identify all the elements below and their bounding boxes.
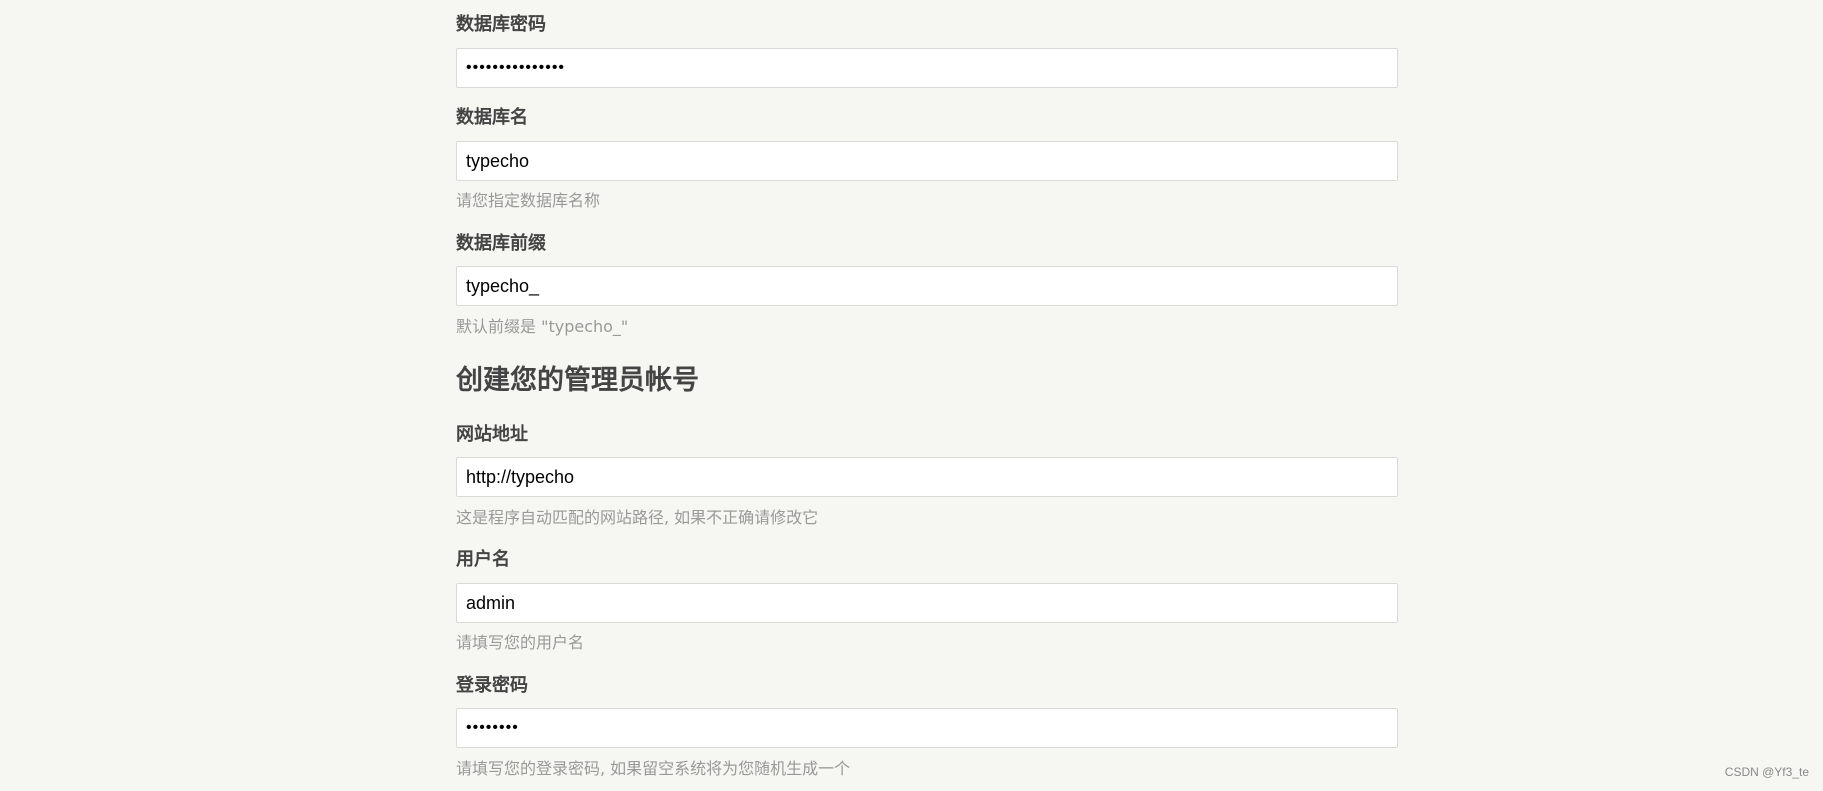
db-prefix-input[interactable] (456, 266, 1398, 306)
db-name-hint: 请您指定数据库名称 (456, 191, 601, 210)
db-prefix-hint: 默认前缀是 "typecho_" (456, 317, 629, 336)
site-url-label: 网站地址 (456, 424, 528, 445)
db-password-label: 数据库密码 (456, 14, 546, 35)
username-hint: 请填写您的用户名 (456, 633, 585, 652)
site-url-input[interactable] (456, 457, 1398, 497)
username-input[interactable] (456, 583, 1398, 623)
watermark: CSDN @Yf3_te (1724, 765, 1809, 779)
site-url-hint: 这是程序自动匹配的网站路径, 如果不正确请修改它 (456, 508, 819, 527)
login-password-input[interactable] (456, 708, 1398, 748)
admin-section-title: 创建您的管理员帐号 (456, 365, 699, 396)
db-password-input[interactable] (456, 48, 1398, 88)
login-password-hint: 请填写您的登录密码, 如果留空系统将为您随机生成一个 (456, 759, 851, 778)
db-name-label: 数据库名 (456, 107, 528, 128)
db-prefix-label: 数据库前缀 (456, 233, 546, 254)
install-page: 数据库密码 数据库名 请您指定数据库名称 数据库前缀 默认前缀是 "typech… (0, 0, 1823, 791)
login-password-label: 登录密码 (456, 675, 528, 696)
username-label: 用户名 (456, 549, 510, 570)
db-name-input[interactable] (456, 141, 1398, 181)
